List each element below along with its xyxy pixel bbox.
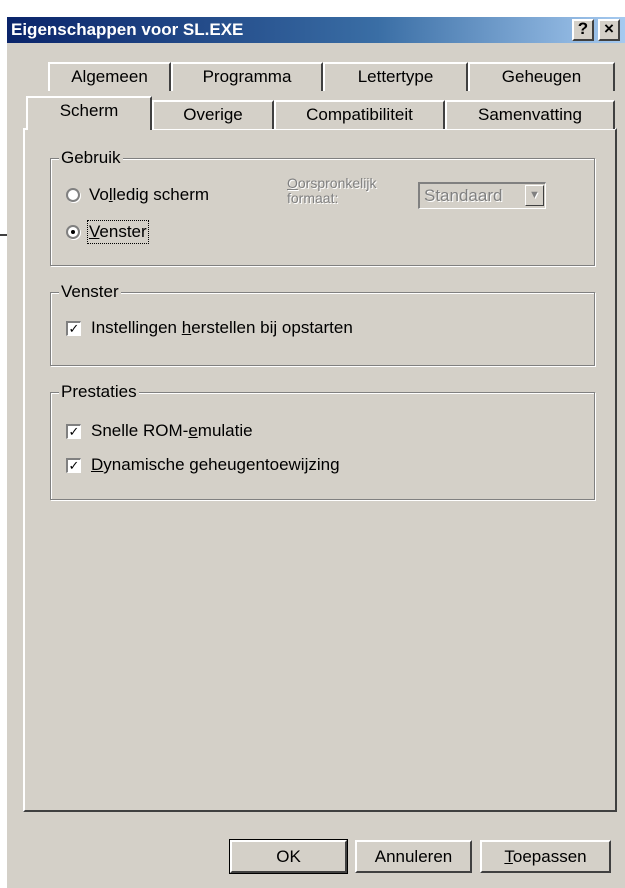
tab-overige[interactable]: Overige	[152, 100, 274, 129]
title-bar[interactable]: Eigenschappen voor SL.EXE ? ×	[7, 17, 625, 43]
chevron-down-icon[interactable]: ▼	[525, 185, 544, 206]
tab-algemeen[interactable]: Algemeen	[48, 62, 171, 91]
group-prestaties: Prestaties	[50, 382, 595, 500]
tab-compatibiliteit[interactable]: Compatibiliteit	[274, 100, 445, 129]
cancel-button[interactable]: Annuleren	[355, 840, 472, 873]
tab-geheugen[interactable]: Geheugen	[468, 62, 615, 91]
size-label: Oorspronkelijk formaat:	[287, 175, 377, 206]
checkbox-dynamische-geheugen-box[interactable]: ✓	[66, 457, 81, 473]
checkbox-herstellen-label: Instellingen herstellen bij opstarten	[91, 318, 353, 337]
tab-scherm[interactable]: Scherm	[26, 96, 152, 130]
checkbox-rom-emulatie-box[interactable]: ✓	[66, 423, 81, 439]
tab-lettertype[interactable]: Lettertype	[323, 62, 468, 91]
radio-venster-label: Venster	[87, 220, 149, 244]
checkbox-herstellen-box[interactable]: ✓	[66, 320, 81, 336]
radio-venster-circle[interactable]	[66, 225, 80, 239]
group-venster-legend: Venster	[59, 282, 121, 302]
size-dropdown-value: Standaard	[424, 186, 503, 205]
size-dropdown[interactable]: Standaard ▼	[418, 182, 546, 209]
checkbox-dynamische-geheugen-label: Dynamische geheugentoewijzing	[91, 455, 340, 474]
group-prestaties-legend: Prestaties	[59, 382, 139, 402]
radio-volledig-scherm-circle[interactable]	[66, 188, 80, 202]
help-button[interactable]: ?	[572, 19, 594, 41]
window-title: Eigenschappen voor SL.EXE	[11, 20, 244, 39]
radio-volledig-scherm[interactable]: Volledig scherm	[66, 185, 209, 205]
apply-button[interactable]: Toepassen	[480, 840, 611, 873]
checkbox-dynamische-geheugen[interactable]: ✓ Dynamische geheugentoewijzing	[66, 455, 340, 475]
radio-volledig-scherm-label: Volledig scherm	[89, 185, 210, 204]
ok-button[interactable]: OK	[229, 839, 348, 874]
tab-programma[interactable]: Programma	[171, 62, 323, 91]
group-gebruik-legend: Gebruik	[59, 148, 123, 168]
checkbox-rom-emulatie-label: Snelle ROM-emulatie	[91, 421, 253, 440]
close-button[interactable]: ×	[598, 19, 620, 41]
tab-samenvatting[interactable]: Samenvatting	[445, 100, 615, 129]
checkbox-herstellen[interactable]: ✓ Instellingen herstellen bij opstarten	[66, 318, 353, 338]
radio-venster[interactable]: Venster	[66, 220, 149, 244]
checkbox-rom-emulatie[interactable]: ✓ Snelle ROM-emulatie	[66, 421, 253, 441]
